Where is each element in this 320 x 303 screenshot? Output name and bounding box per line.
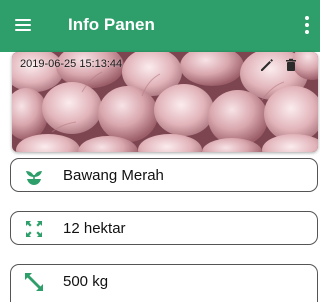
yield-row[interactable]: 500 kg	[10, 264, 318, 302]
sprout-icon	[23, 165, 45, 187]
info-panen-screen: Info Panen 2019-06-25 15:13:44 Bawang Me…	[0, 0, 320, 303]
crop-name-text: Bawang Merah	[63, 167, 164, 184]
crop-name-row[interactable]: Bawang Merah	[10, 158, 318, 192]
expand-arrows-icon	[23, 218, 45, 240]
harvest-photo-card[interactable]: 2019-06-25 15:13:44	[12, 52, 318, 152]
more-vert-icon[interactable]	[300, 13, 314, 37]
app-bar: Info Panen	[0, 0, 320, 52]
page-title: Info Panen	[68, 15, 155, 34]
yield-text: 500 kg	[63, 273, 109, 290]
photo-timestamp: 2019-06-25 15:13:44	[20, 58, 123, 70]
area-text: 12 hektar	[63, 220, 126, 237]
hamburger-menu-icon[interactable]	[12, 13, 36, 37]
diagonal-arrow-icon	[23, 271, 45, 293]
pencil-icon[interactable]	[258, 56, 276, 74]
area-row[interactable]: 12 hektar	[10, 211, 318, 245]
trash-icon[interactable]	[282, 56, 300, 74]
